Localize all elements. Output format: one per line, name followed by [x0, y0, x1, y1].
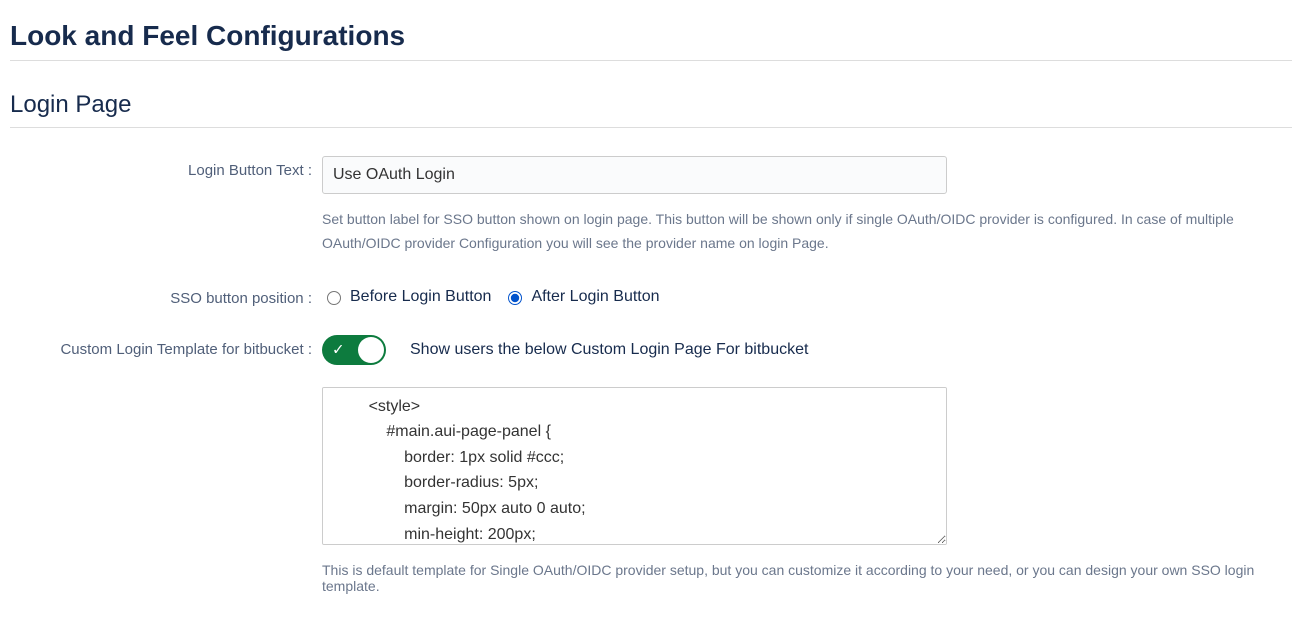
login-button-text-label: Login Button Text : — [10, 156, 322, 179]
custom-template-footer: This is default template for Single OAut… — [322, 562, 1282, 594]
custom-template-toggle[interactable]: ✓ — [322, 335, 386, 365]
toggle-knob — [358, 337, 384, 363]
page-title: Look and Feel Configurations — [10, 20, 1292, 52]
login-button-text-help: Set button label for SSO button shown on… — [322, 208, 1282, 256]
check-icon: ✓ — [332, 342, 345, 357]
section-title: Login Page — [10, 91, 1292, 119]
sso-position-before-label[interactable]: Before Login Button — [350, 288, 491, 306]
custom-template-textarea[interactable] — [322, 387, 947, 545]
sso-position-row: SSO button position : Before Login Butto… — [10, 284, 1292, 307]
custom-template-description: Show users the below Custom Login Page F… — [410, 341, 808, 359]
sso-position-after-label[interactable]: After Login Button — [531, 288, 659, 306]
login-button-text-input[interactable] — [322, 156, 947, 194]
custom-template-row: Custom Login Template for bitbucket : ✓ … — [10, 335, 1292, 594]
login-button-text-row: Login Button Text : Set button label for… — [10, 156, 1292, 256]
custom-template-label: Custom Login Template for bitbucket : — [10, 335, 322, 358]
sso-position-after-radio[interactable] — [508, 291, 522, 305]
section-divider — [10, 127, 1292, 128]
sso-position-before-radio[interactable] — [327, 291, 341, 305]
sso-position-label: SSO button position : — [10, 284, 322, 307]
title-divider — [10, 60, 1292, 61]
